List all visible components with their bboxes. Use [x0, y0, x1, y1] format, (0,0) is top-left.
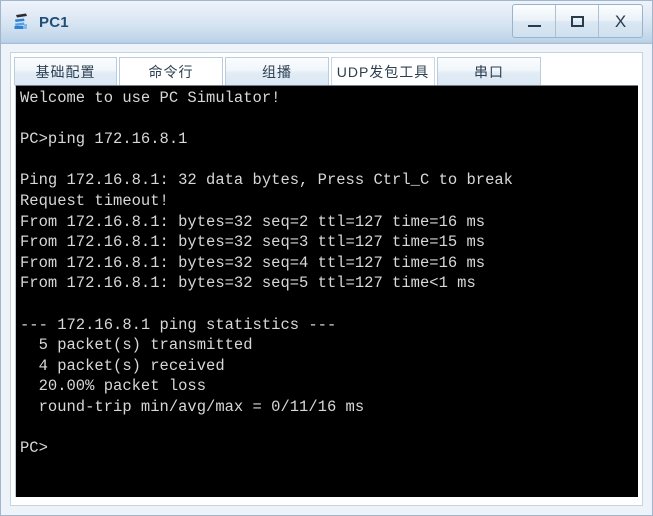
- terminal-line: 20.00% packet loss: [20, 377, 207, 396]
- terminal-line: Welcome to use PC Simulator!: [20, 89, 281, 107]
- title-bar-left: PC1: [1, 12, 69, 32]
- terminal-line: From 172.16.8.1: bytes=32 seq=3 ttl=127 …: [20, 233, 486, 252]
- terminal-line: 5 packet(s) transmitted: [20, 336, 253, 355]
- maximize-icon: [570, 15, 584, 27]
- tab-serial-port[interactable]: 串口: [437, 57, 541, 85]
- terminal-line: 4 packet(s) received: [20, 356, 225, 375]
- content-panel: 基础配置 命令行 组播 UDP发包工具 串口 Welcome to use PC…: [10, 52, 643, 506]
- close-button[interactable]: X: [599, 5, 642, 37]
- title-bar[interactable]: PC1 X: [1, 1, 652, 44]
- terminal-container: Welcome to use PC Simulator! PC>ping 172…: [11, 85, 642, 505]
- terminal-line: Ping 172.16.8.1: 32 data bytes, Press Ct…: [20, 171, 513, 190]
- minimize-icon: [527, 24, 541, 27]
- tab-basic-config[interactable]: 基础配置: [14, 57, 117, 85]
- terminal-line: PC>ping 172.16.8.1: [20, 130, 188, 149]
- tab-udp-sender[interactable]: UDP发包工具: [331, 57, 435, 85]
- close-icon: X: [614, 11, 627, 31]
- window-content: 基础配置 命令行 组播 UDP发包工具 串口 Welcome to use PC…: [1, 44, 652, 515]
- terminal-line: round-trip min/avg/max = 0/11/16 ms: [20, 397, 365, 416]
- maximize-button[interactable]: [556, 5, 599, 37]
- pc1-window: PC1 X 基础配置 命令行 组播 UDP发包工具 串口 Welcome to …: [0, 0, 653, 516]
- tab-strip: 基础配置 命令行 组播 UDP发包工具 串口: [11, 53, 642, 85]
- terminal-line: Request timeout!: [20, 191, 169, 210]
- terminal-line: From 172.16.8.1: bytes=32 seq=4 ttl=127 …: [20, 253, 486, 272]
- pc-device-icon: [13, 12, 33, 32]
- window-title: PC1: [39, 13, 69, 31]
- window-controls: X: [512, 4, 643, 38]
- minimize-button[interactable]: [513, 5, 556, 37]
- tab-command-line[interactable]: 命令行: [119, 57, 223, 85]
- terminal-output[interactable]: Welcome to use PC Simulator! PC>ping 172…: [15, 85, 638, 497]
- terminal-line: From 172.16.8.1: bytes=32 seq=5 ttl=127 …: [20, 274, 476, 293]
- terminal-line: --- 172.16.8.1 ping statistics ---: [20, 315, 337, 334]
- terminal-prompt-line: PC>: [20, 439, 48, 458]
- terminal-line: From 172.16.8.1: bytes=32 seq=2 ttl=127 …: [20, 212, 486, 231]
- tab-multicast[interactable]: 组播: [225, 57, 329, 85]
